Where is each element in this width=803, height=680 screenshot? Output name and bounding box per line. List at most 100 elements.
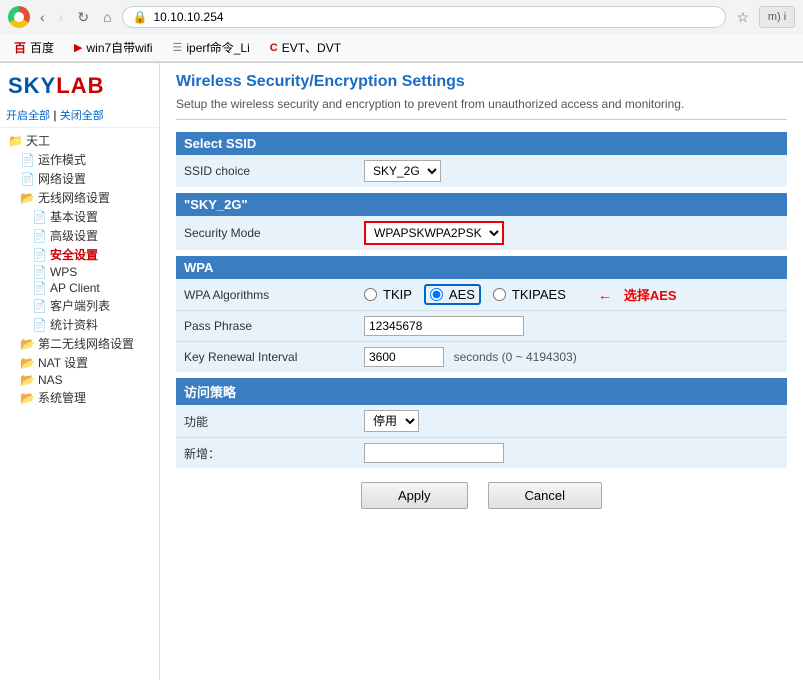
section-body-wpa: WPA Algorithms TKIP AES — [176, 279, 787, 372]
folder-icon-2nd: 📂 — [20, 337, 35, 351]
sidebar-item-statistics[interactable]: 📄 统计资料 — [26, 315, 159, 334]
section-sky2g: "SKY_2G" Security Mode WPAPSKWPA2PSK Non… — [176, 193, 787, 250]
section-body-sky2g: Security Mode WPAPSKWPA2PSK None WEP WPA… — [176, 216, 787, 250]
bookmark-iperf-label: iperf命令_Li — [186, 39, 249, 56]
sidebar: SKYLAB 开启全部 | 关闭全部 📁 天工 📄 运作模式 — [0, 63, 160, 680]
home-button[interactable]: ⌂ — [99, 7, 115, 27]
sidebar-item-system[interactable]: 📂 系统管理 — [14, 388, 159, 407]
address-bar[interactable]: 🔒 10.10.10.254 — [122, 6, 727, 28]
tree-children-tiangong: 📄 运作模式 📄 网络设置 📂 无线网络设置 📄 — [0, 150, 159, 407]
logo-text: SKYLAB — [8, 73, 104, 98]
radio-tkipaes-label[interactable]: TKIPAES — [493, 287, 566, 302]
page-icon4: 📄 — [32, 229, 47, 243]
sidebar-toggle-bar: 开启全部 | 关闭全部 — [0, 105, 159, 128]
renewal-input[interactable] — [364, 347, 444, 367]
sidebar-item-security[interactable]: 📄 安全设置 — [26, 245, 159, 264]
sidebar-logo: SKYLAB — [0, 67, 159, 105]
page-icon9: 📄 — [32, 318, 47, 332]
apply-button[interactable]: Apply — [361, 482, 468, 509]
sidebar-item-advanced[interactable]: 📄 高级设置 — [26, 226, 159, 245]
statistics-label: 统计资料 — [50, 316, 98, 333]
browser-chrome: ‹ › ↻ ⌂ 🔒 10.10.10.254 ☆ m) i 百 百度 ▶ win… — [0, 0, 803, 63]
ssid-choice-control: SKY_2G — [364, 160, 779, 182]
tree-label-text-tiangong: 天工 — [26, 132, 50, 149]
security-label: 安全设置 — [50, 246, 98, 263]
radio-aes-label[interactable]: AES — [424, 284, 481, 305]
sidebar-item-client-list[interactable]: 📄 客户端列表 — [26, 296, 159, 315]
evt-icon: C — [270, 42, 278, 54]
sidebar-item-wps[interactable]: 📄 WPS — [26, 264, 159, 280]
section-access-policy: 访问策略 功能 停用 启用 新增： — [176, 378, 787, 468]
refresh-button[interactable]: ↻ — [73, 7, 93, 28]
new-input[interactable] — [364, 443, 504, 463]
baidu-icon: 百 — [14, 39, 26, 56]
page-icon5: 📄 — [32, 248, 47, 262]
page-subtitle: Setup the wireless security and encrypti… — [176, 97, 787, 120]
section-header-wpa: WPA — [176, 256, 787, 279]
bookmark-win7wifi-label: win7自带wifi — [87, 39, 153, 56]
sidebar-item-second-wireless[interactable]: 📂 第二无线网络设置 — [14, 334, 159, 353]
security-mode-label: Security Mode — [184, 226, 364, 240]
page-icon2: 📄 — [20, 172, 35, 186]
bookmark-evt[interactable]: C EVT、DVT — [264, 37, 347, 58]
func-control: 停用 启用 — [364, 410, 779, 432]
lock-icon: 🔒 — [133, 10, 148, 24]
new-label: 新增： — [184, 445, 364, 462]
folder-icon-nat: 📂 — [20, 356, 35, 370]
section-wpa: WPA WPA Algorithms TKIP AES — [176, 256, 787, 372]
ssid-choice-label: SSID choice — [184, 164, 364, 178]
form-row-new: 新增： — [176, 438, 787, 468]
func-select[interactable]: 停用 启用 — [364, 410, 419, 432]
wireless-label: 无线网络设置 — [38, 189, 110, 206]
bookmark-baidu-label: 百度 — [30, 39, 54, 56]
system-label: 系统管理 — [38, 389, 86, 406]
page-title: Wireless Security/Encryption Settings — [176, 73, 787, 91]
address-text: 10.10.10.254 — [154, 10, 224, 24]
sidebar-item-network-settings[interactable]: 📄 网络设置 — [14, 169, 159, 188]
client-list-label: 客户端列表 — [50, 297, 110, 314]
section-header-ssid: Select SSID — [176, 132, 787, 155]
page-icon8: 📄 — [32, 299, 47, 313]
sidebar-item-nas[interactable]: 📂 NAS — [14, 372, 159, 388]
back-button[interactable]: ‹ — [36, 7, 49, 27]
main-content: Wireless Security/Encryption Settings Se… — [160, 63, 803, 680]
folder-icon-tiangong: 📁 — [8, 134, 23, 148]
radio-aes[interactable] — [430, 288, 443, 301]
form-row-func: 功能 停用 启用 — [176, 405, 787, 438]
bookmark-star-button[interactable]: ☆ — [732, 7, 753, 28]
passphrase-input[interactable] — [364, 316, 524, 336]
sidebar-item-ap-client[interactable]: 📄 AP Client — [26, 280, 159, 296]
security-mode-select[interactable]: WPAPSKWPA2PSK None WEP WPA WPA2 — [364, 221, 504, 245]
form-row-ssid: SSID choice SKY_2G — [176, 155, 787, 187]
bookmark-iperf[interactable]: ☰ iperf命令_Li — [167, 37, 256, 58]
sidebar-tree: 📁 天工 📄 运作模式 📄 网络设置 📂 无线网络设置 — [0, 128, 159, 410]
close-all-link[interactable]: 关闭全部 — [60, 110, 104, 122]
ssid-choice-select[interactable]: SKY_2G — [364, 160, 441, 182]
sidebar-item-nat[interactable]: 📂 NAT 设置 — [14, 353, 159, 372]
renewal-hint: seconds (0 ~ 4194303) — [454, 350, 577, 364]
folder-icon-wireless: 📂 — [20, 191, 35, 205]
section-select-ssid: Select SSID SSID choice SKY_2G — [176, 132, 787, 187]
radio-aes-text: AES — [449, 287, 475, 302]
form-row-passphrase: Pass Phrase — [176, 311, 787, 342]
open-all-link[interactable]: 开启全部 — [6, 110, 50, 122]
nas-label: NAS — [38, 373, 63, 387]
browser-toolbar: ‹ › ↻ ⌂ 🔒 10.10.10.254 ☆ m) i — [0, 0, 803, 34]
sidebar-item-wireless[interactable]: 📂 无线网络设置 — [14, 188, 159, 207]
tree-label-tiangong[interactable]: 📁 天工 — [0, 131, 159, 150]
extension-area: m) i — [759, 6, 795, 28]
radio-tkip-label[interactable]: TKIP — [364, 287, 412, 302]
sidebar-item-basic[interactable]: 📄 基本设置 — [26, 207, 159, 226]
ap-client-label: AP Client — [50, 281, 100, 295]
forward-button[interactable]: › — [55, 7, 68, 27]
cancel-button[interactable]: Cancel — [488, 482, 602, 509]
sidebar-item-operation-mode[interactable]: 📄 运作模式 — [14, 150, 159, 169]
tree-item-tiangong: 📁 天工 📄 运作模式 📄 网络设置 📂 无线网络设置 — [0, 130, 159, 408]
bookmark-baidu[interactable]: 百 百度 — [8, 37, 60, 58]
radio-tkip[interactable] — [364, 288, 377, 301]
form-row-security-mode: Security Mode WPAPSKWPA2PSK None WEP WPA… — [176, 216, 787, 250]
page-wrapper: SKYLAB 开启全部 | 关闭全部 📁 天工 📄 运作模式 — [0, 63, 803, 680]
bookmark-win7wifi[interactable]: ▶ win7自带wifi — [68, 37, 158, 58]
algorithms-label: WPA Algorithms — [184, 288, 364, 302]
radio-tkipaes[interactable] — [493, 288, 506, 301]
